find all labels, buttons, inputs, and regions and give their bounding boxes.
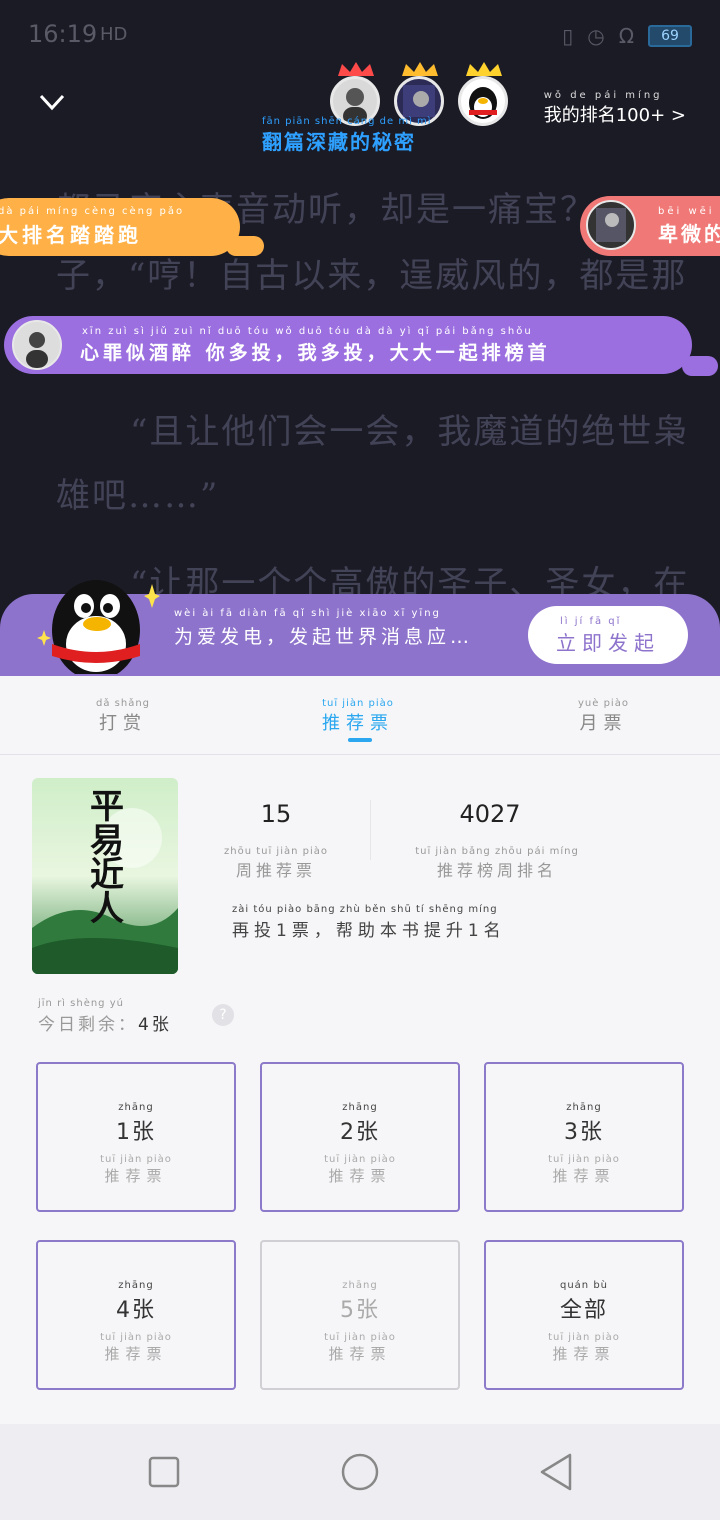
launch-now-button[interactable]: lì jí fā qǐ 立即发起 <box>528 606 688 664</box>
avatar <box>586 200 636 250</box>
vote-option-2[interactable]: zhāng 2张 tuī jiàn piào 推荐票 <box>260 1062 460 1212</box>
penguin-mascot-icon <box>37 580 160 674</box>
vote-option-5[interactable]: zhāng 5张 tuī jiàn piào 推荐票 <box>260 1240 460 1390</box>
danmaku-purple: xīn zuì sì jiǔ zuì nǐ duō tóu wǒ duō tóu… <box>4 316 692 374</box>
tab-reward[interactable]: dǎ shǎng 打赏 <box>96 698 150 735</box>
tab-indicator <box>348 738 372 742</box>
vote-hint: zài tóu piào bāng zhù běn shū tí shēng m… <box>232 904 506 941</box>
rank-avatar-3[interactable] <box>458 76 508 126</box>
weekly-rank-value: 4027 <box>459 800 521 828</box>
chevron-right-icon: > <box>670 105 686 126</box>
tab-monthly-votes[interactable]: yuè piào 月票 <box>578 698 629 735</box>
vote-option-1[interactable]: zhāng 1张 tuī jiàn piào 推荐票 <box>36 1062 236 1212</box>
recents-icon[interactable] <box>148 1456 180 1488</box>
avatar <box>12 320 62 370</box>
alarm-icon: ◷ <box>587 24 605 48</box>
danmaku-orange: dà pái míng cèng cèng pǎo 大排名踏踏跑 <box>0 198 240 256</box>
battery-icon: 69 <box>648 25 692 47</box>
danmaku-tail <box>226 236 264 256</box>
text-line: “且让他们会一会，我魔道的绝世枭 <box>130 412 690 452</box>
banner-text: wèi ài fā diàn fā qǐ shì jiè xiāo xī yīn… <box>174 608 474 648</box>
headset-icon: Ω <box>618 24 634 48</box>
chevron-down-icon[interactable] <box>38 88 66 116</box>
status-time: 16:19 <box>28 20 98 48</box>
danmaku-pink: bēi wēi 卑微的 <box>580 196 720 256</box>
tab-bar: dǎ shǎng 打赏 tuī jiàn piào 推荐票 yuè piào 月… <box>0 676 720 755</box>
vote-option-4[interactable]: zhāng 4张 tuī jiàn piào 推荐票 <box>36 1240 236 1390</box>
danmaku-tail <box>682 356 718 376</box>
danmaku-tail <box>630 332 690 366</box>
tab-recommend-votes[interactable]: tuī jiàn piào 推荐票 <box>322 698 394 735</box>
home-icon[interactable] <box>340 1452 380 1492</box>
remaining-votes: jīn rì shèng yú 今日剩余：4张 <box>38 998 172 1035</box>
help-icon[interactable]: ? <box>212 1004 234 1026</box>
divider <box>370 800 371 860</box>
crown-icon <box>402 62 438 76</box>
text-line: 雄吧……” <box>56 476 220 516</box>
vibrate-icon: ▯ <box>562 24 574 48</box>
vote-option-3[interactable]: zhāng 3张 tuī jiàn piào 推荐票 <box>484 1062 684 1212</box>
weekly-rank-label: tuī jiàn bǎng zhōu pái míng 推荐榜周排名 <box>415 846 579 880</box>
back-icon[interactable] <box>538 1452 574 1492</box>
crown-icon <box>466 62 502 76</box>
cover-title: 平易近人 <box>90 787 124 929</box>
weekly-votes-count: 15 <box>260 800 292 828</box>
my-rank-link[interactable]: wǒ de pái míng 我的排名100+ > <box>544 90 686 127</box>
status-bar: 16:19 HD ▯ ◷ Ω 69 <box>0 0 720 64</box>
system-nav-bar <box>0 1424 720 1520</box>
vote-option-all[interactable]: quán bù 全部 tuī jiàn piào 推荐票 <box>484 1240 684 1390</box>
weekly-votes-label: zhōu tuī jiàn piào 周推荐票 <box>223 846 328 880</box>
signal-icon: HD <box>100 24 128 45</box>
status-icons: ▯ ◷ Ω 69 <box>562 24 692 48</box>
crown-icon <box>338 62 374 76</box>
book-cover[interactable]: 平易近人 <box>32 778 178 974</box>
page-subtitle: fān piān shēn cáng de mì mì 翻篇深藏的秘密 <box>262 116 432 154</box>
